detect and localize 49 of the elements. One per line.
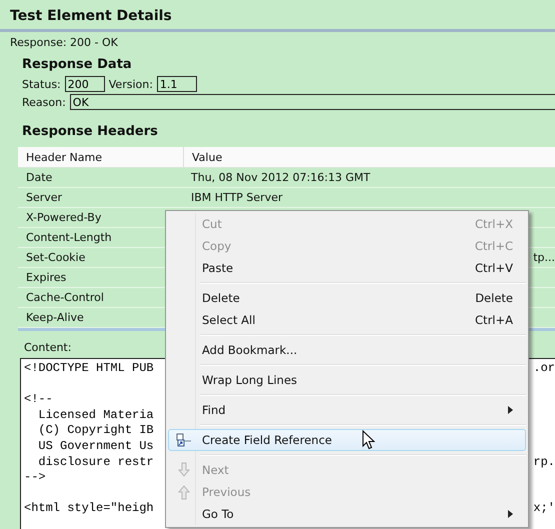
code-line: x;' <box>533 501 555 517</box>
menu-item[interactable]: Create Field Reference <box>168 429 526 451</box>
content-label: Content: <box>24 341 72 354</box>
table-cell-text: Expires <box>25 271 68 284</box>
up-arrow-icon <box>177 484 191 500</box>
table-cell-text: Server <box>25 191 64 204</box>
column-header[interactable]: Header Name <box>18 150 183 164</box>
code-line: rp. <box>533 454 555 470</box>
table-cell-text: Thu, 08 Nov 2012 07:16:13 GMT <box>190 171 372 184</box>
mouse-pointer-icon <box>362 430 375 450</box>
table-cell-text: Content-Length <box>25 231 113 244</box>
code-line: (C) Copyright IB <box>37 423 154 439</box>
section-heading: Response Data <box>21 56 133 74</box>
submenu-arrow-icon <box>508 406 513 414</box>
menu-item[interactable]: Add Bookmark... <box>168 339 526 361</box>
table-cell-text: IBM HTTP Server <box>190 191 284 204</box>
field-label: Version: <box>108 78 153 90</box>
menu-item[interactable]: Go To <box>168 503 526 525</box>
code-line: --> <box>24 470 46 486</box>
field-reference-icon <box>176 433 192 447</box>
field-label: Reason: <box>22 96 66 108</box>
version-field[interactable]: 1.1 <box>156 76 197 92</box>
table-cell-text: Keep-Alive <box>25 311 85 324</box>
table-cell-text: Cache-Control <box>25 291 105 304</box>
reason-field[interactable]: OK <box>70 94 555 110</box>
code-line: US Government Us <box>37 438 154 455</box>
menu-item[interactable]: Delete Delete <box>168 287 526 309</box>
table-cell-text: Date <box>25 171 54 184</box>
table-cell-text: X-Powered-By <box>25 211 102 224</box>
status-field[interactable]: 200 <box>64 76 105 92</box>
code-line: disclosure restr <box>37 454 154 470</box>
table-cell-text: Set-Cookie <box>25 251 86 264</box>
menu-item[interactable]: Find <box>168 399 526 421</box>
code-line: .or <box>533 361 555 377</box>
submenu-arrow-icon <box>508 510 513 518</box>
down-arrow-icon <box>177 462 191 478</box>
section-heading: Response Headers <box>21 123 159 141</box>
code-line: <html style="heigh <box>24 501 154 517</box>
menu-item[interactable]: Paste Ctrl+V <box>168 257 526 279</box>
column-header[interactable]: Value <box>183 147 555 167</box>
menu-item[interactable]: Wrap Long Lines <box>168 369 526 391</box>
code-line: <!-- <box>24 392 53 408</box>
code-line: Licensed Materia <box>37 408 154 424</box>
menu-item[interactable]: Select All Ctrl+A <box>168 309 526 331</box>
table-cell-text: tp... <box>532 251 555 264</box>
field-label: Status: <box>22 78 61 90</box>
code-line: <!DOCTYPE HTML PUB <box>24 361 154 377</box>
response-summary: Response: 200 - OK <box>9 35 119 49</box>
panel-title: Test Element Details <box>0 0 555 32</box>
